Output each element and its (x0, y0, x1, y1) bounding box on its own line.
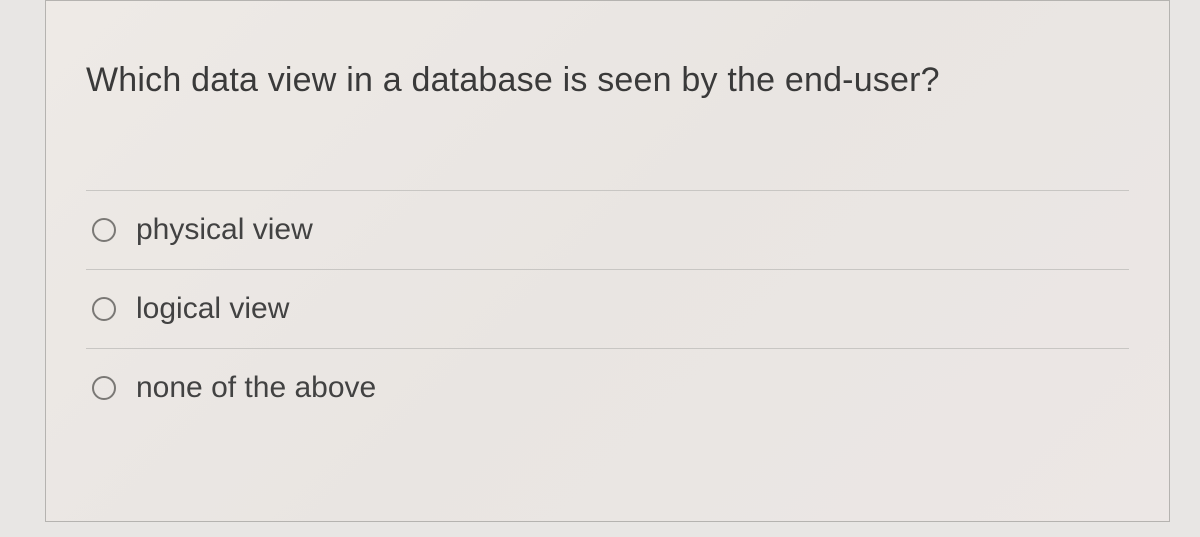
option-label: logical view (136, 292, 289, 326)
radio-icon[interactable] (92, 218, 116, 242)
option-label: none of the above (136, 371, 376, 405)
option-logical-view[interactable]: logical view (86, 269, 1129, 348)
question-card: Which data view in a database is seen by… (45, 0, 1170, 522)
option-physical-view[interactable]: physical view (86, 190, 1129, 269)
radio-icon[interactable] (92, 297, 116, 321)
options-list: physical view logical view none of the a… (46, 190, 1169, 427)
question-text: Which data view in a database is seen by… (46, 1, 1169, 110)
option-label: physical view (136, 213, 313, 247)
radio-icon[interactable] (92, 376, 116, 400)
option-none-of-the-above[interactable]: none of the above (86, 348, 1129, 427)
